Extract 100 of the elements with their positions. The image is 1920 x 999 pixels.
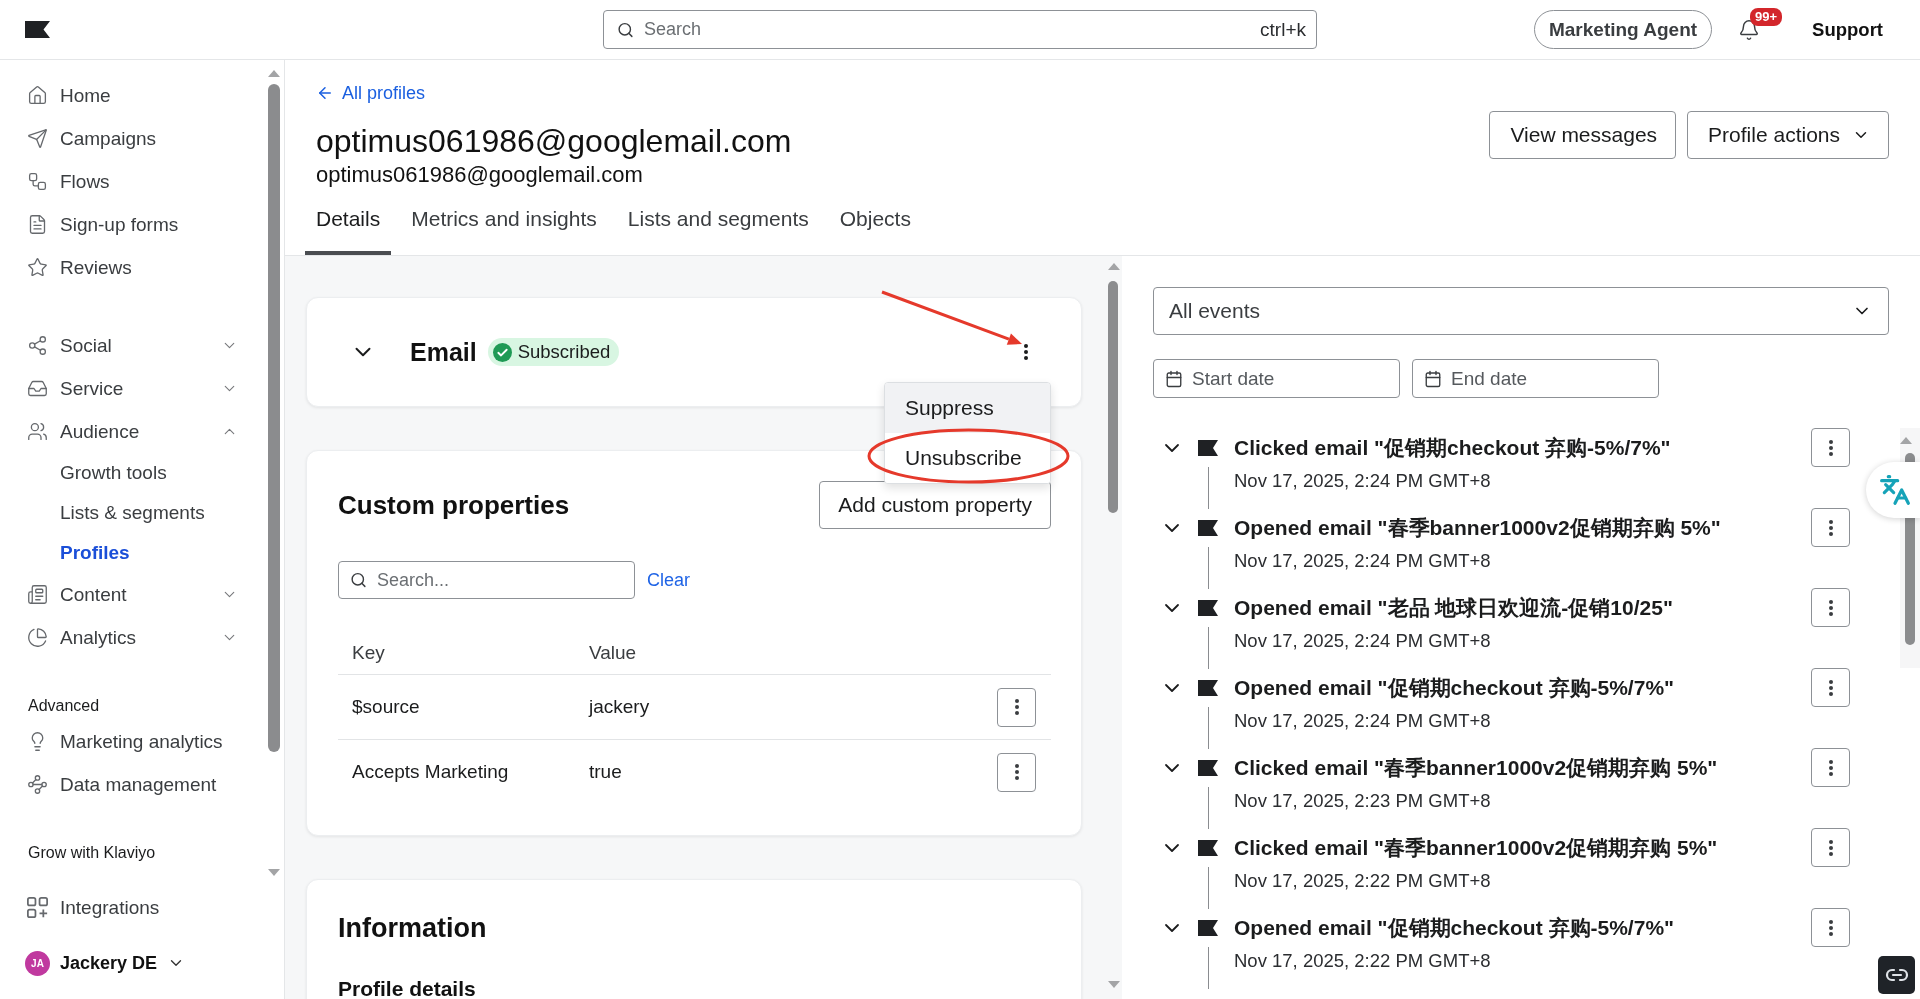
event-title: Opened email "促销期checkout 弃购-5%/7%" [1234, 675, 1675, 701]
pie-chart-icon [27, 627, 48, 648]
row-menu-button[interactable] [997, 752, 1036, 792]
section-title: Profile details [338, 976, 477, 999]
event-time: Nov 17, 2025, 2:24 PM GMT+8 [1234, 549, 1492, 573]
add-property-button[interactable]: Add custom property [819, 481, 1051, 529]
date-field[interactable]: Start date [1153, 359, 1400, 398]
nav-item[interactable]: Audience [0, 410, 268, 453]
nav-item[interactable]: Home [0, 74, 268, 117]
shortcut-hint: ctrl+k [1260, 18, 1306, 41]
support-link[interactable]: Support [1812, 18, 1883, 41]
row-menu-button[interactable] [1811, 908, 1850, 947]
row-menu-button[interactable] [1811, 748, 1850, 787]
kebab-icon [1828, 599, 1833, 616]
flag-icon [1198, 759, 1218, 776]
profile-subtitle: optimus061986@googlemail.com [316, 161, 644, 189]
share-icon [27, 335, 48, 356]
event-title: Clicked email "春季banner1000v2促销期弃购 5%" [1234, 835, 1719, 861]
flag-icon [1198, 679, 1218, 696]
home-icon [27, 85, 48, 106]
nav-item[interactable]: Integrations [0, 886, 268, 929]
date-field[interactable]: End date [1412, 359, 1659, 398]
marketing-agent-button[interactable]: Marketing Agent [1533, 10, 1713, 49]
row-menu-button[interactable] [997, 687, 1036, 727]
search-icon [350, 571, 367, 589]
search-field[interactable]: Search... [338, 561, 635, 599]
tab[interactable]: Objects [828, 191, 922, 255]
calendar-icon [1424, 369, 1442, 388]
event-filter-select[interactable]: All events [1153, 287, 1889, 335]
table-cell-text: jackery [589, 696, 651, 718]
link-widget[interactable] [1878, 956, 1915, 994]
event-time: Nov 17, 2025, 2:22 PM GMT+8 [1234, 949, 1492, 973]
flag-icon [1198, 839, 1218, 856]
kebab-icon [1828, 679, 1833, 696]
hierarchy-icon [27, 171, 48, 192]
nav-item[interactable]: Reviews [0, 246, 268, 289]
tab[interactable]: Lists and segments [616, 191, 820, 255]
event-title: Opened email "春季banner1000v2促销期弃购 5%" [1234, 515, 1722, 541]
flag-icon [1198, 439, 1218, 456]
event-time: Nov 17, 2025, 2:23 PM GMT+8 [1234, 789, 1492, 813]
newspaper-icon [27, 584, 48, 605]
kebab-icon [1828, 839, 1833, 856]
dropdown-button[interactable]: Profile actions [1687, 111, 1889, 159]
menu-item[interactable]: Suppress [885, 383, 1050, 433]
profile-title: optimus061986@googlemail.com [316, 122, 793, 161]
nav-item[interactable]: Growth tools [0, 453, 268, 493]
kebab-icon [1828, 439, 1833, 456]
avatar: JA [25, 950, 50, 976]
header-button[interactable]: View messages [1489, 111, 1677, 159]
nav-item[interactable]: Flows [0, 160, 268, 203]
kebab-icon [1014, 764, 1019, 780]
nav-item[interactable]: Content [0, 573, 268, 616]
event-title: Clicked email "促销期checkout 弃购-5%/7%" [1234, 435, 1672, 461]
nodes-icon [27, 774, 48, 795]
grid-plus-icon [27, 897, 48, 918]
event-time: Nov 17, 2025, 2:24 PM GMT+8 [1234, 629, 1492, 653]
event-time: Nov 17, 2025, 2:22 PM GMT+8 [1234, 869, 1492, 893]
scrollbar-thumb[interactable] [268, 84, 280, 752]
scrollbar-thumb[interactable] [1108, 281, 1118, 513]
card-title: Email [410, 337, 477, 367]
nav-item[interactable]: Marketing analytics [0, 720, 268, 763]
account-menu[interactable]: JA Jackery DE [0, 943, 186, 983]
nav-item[interactable]: Social [0, 324, 268, 367]
notification-badge: 99+ [1750, 7, 1783, 26]
kebab-icon [1828, 759, 1833, 776]
card-title: Information [338, 912, 488, 944]
row-menu-button[interactable] [1811, 668, 1850, 707]
nav-item[interactable]: Profiles [0, 533, 268, 573]
row-menu-button[interactable] [1811, 428, 1850, 467]
check-circle-icon [492, 342, 512, 362]
event-title: Opened email "老品 地球日欢迎流-促销10/25" [1234, 595, 1674, 621]
table-cell-text: Accepts Marketing [352, 761, 510, 783]
event-title: Clicked email "春季banner1000v2促销期弃购 5%" [1234, 755, 1719, 781]
row-menu-button[interactable] [1811, 508, 1850, 547]
flag-icon [1198, 599, 1218, 616]
more-button[interactable] [1024, 344, 1028, 360]
event-time: Nov 17, 2025, 2:24 PM GMT+8 [1234, 709, 1492, 733]
calendar-icon [1165, 369, 1183, 388]
row-menu-button[interactable] [1811, 828, 1850, 867]
nav-item[interactable]: Analytics [0, 616, 268, 659]
nav-item[interactable]: Sign-up forms [0, 203, 268, 246]
translate-icon [1879, 474, 1911, 506]
kebab-icon [1828, 519, 1833, 536]
row-menu-button[interactable] [1811, 588, 1850, 627]
kebab-icon [1024, 344, 1028, 360]
inbox-icon [27, 378, 48, 399]
card-title: Custom properties [338, 489, 570, 521]
nav-item[interactable]: Campaigns [0, 117, 268, 160]
star-icon [27, 257, 48, 278]
tab[interactable]: Metrics and insights [400, 191, 608, 255]
clear-link[interactable]: Clear [647, 569, 690, 591]
search-icon [617, 21, 634, 38]
column-header: Value [589, 641, 638, 664]
nav-item[interactable]: Lists & segments [0, 493, 268, 533]
table-cell-text: $source [352, 696, 421, 718]
translate-button[interactable] [1866, 462, 1920, 518]
column-header: Key [352, 641, 386, 664]
nav-item[interactable]: Data management [0, 763, 268, 806]
back-link[interactable]: All profiles [316, 82, 426, 104]
nav-item[interactable]: Service [0, 367, 268, 410]
